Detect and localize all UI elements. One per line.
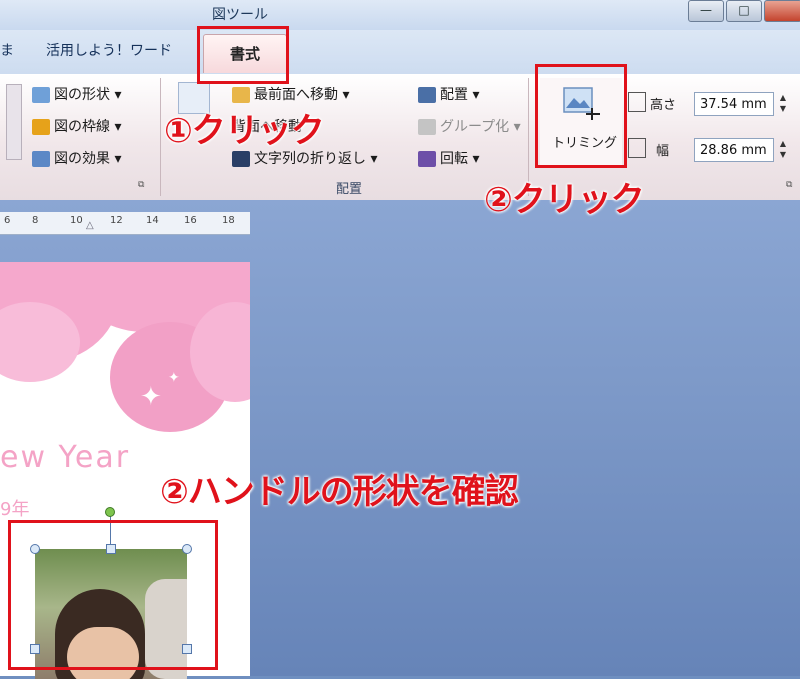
sparkle-icon: ✦: [168, 370, 180, 386]
ruler-tick: 18: [222, 215, 235, 226]
pen-icon: [32, 119, 50, 135]
rotate-icon: [418, 151, 436, 167]
highlight-photo-handles: [8, 520, 218, 670]
width-field[interactable]: 28.86 mm: [694, 138, 774, 162]
group-button[interactable]: グループ化 ▾: [418, 116, 521, 136]
shape-icon: [32, 87, 50, 103]
highlight-format-tab: [197, 26, 289, 84]
height-spinner[interactable]: ▲ ▼: [778, 92, 788, 116]
effects-icon: [32, 151, 50, 167]
highlight-trim-button: [535, 64, 627, 168]
height-label: 高さ: [650, 98, 677, 113]
height-field[interactable]: 37.54 mm: [694, 92, 774, 116]
annotation-step2: ②クリック: [484, 180, 645, 220]
ruler-tick: 8: [32, 215, 39, 226]
close-button[interactable]: [764, 0, 800, 22]
rotation-handle[interactable]: [105, 507, 115, 517]
rotate-button[interactable]: 回転 ▾: [418, 148, 479, 168]
height-icon: [628, 92, 646, 112]
card-year: 9年: [0, 499, 30, 520]
tab-partial[interactable]: ま: [0, 40, 14, 60]
ruler-tick: 14: [146, 215, 159, 226]
picture-effects-button[interactable]: 図の効果 ▾: [32, 148, 121, 168]
group-separator: [160, 78, 161, 196]
arrange-group-label: 配置: [336, 182, 363, 197]
annotation-step3: ②ハンドルの形状を確認: [160, 472, 519, 512]
tab-katsuyo-word[interactable]: 活用しよう！ワード: [46, 40, 172, 60]
minimize-button[interactable]: —: [688, 0, 724, 22]
maximize-button[interactable]: □: [726, 0, 762, 22]
ruler-tick: 10: [70, 215, 83, 226]
bring-to-front-button[interactable]: 最前面へ移動 ▾: [232, 84, 349, 104]
sparkle-icon: ✦: [140, 382, 162, 412]
width-spinner[interactable]: ▲ ▼: [778, 138, 788, 162]
picture-shape-button[interactable]: 図の形状 ▾: [32, 84, 121, 104]
width-label: 幅: [656, 144, 670, 159]
wrap-text-icon: [232, 151, 250, 167]
align-icon: [418, 87, 436, 103]
card-greeting: ew Year: [0, 440, 131, 475]
indent-marker[interactable]: △: [86, 220, 94, 231]
dialog-launcher-icon[interactable]: ⧉: [138, 180, 144, 190]
align-button[interactable]: 配置 ▾: [418, 84, 479, 104]
annotation-step1: ①クリック: [164, 111, 325, 151]
group-icon: [418, 119, 436, 135]
bring-front-icon: [232, 87, 250, 103]
title-bar: [0, 0, 800, 30]
ruler-tick: 12: [110, 215, 123, 226]
context-tool-title: 図ツール: [212, 7, 268, 23]
size-dialog-launcher-icon[interactable]: ⧉: [786, 180, 792, 190]
ruler-tick: 6: [4, 215, 11, 226]
picture-border-button[interactable]: 図の枠線 ▾: [32, 116, 121, 136]
width-icon: [628, 138, 646, 158]
ruler-tick: 16: [184, 215, 197, 226]
gallery-scroll[interactable]: [6, 84, 22, 160]
